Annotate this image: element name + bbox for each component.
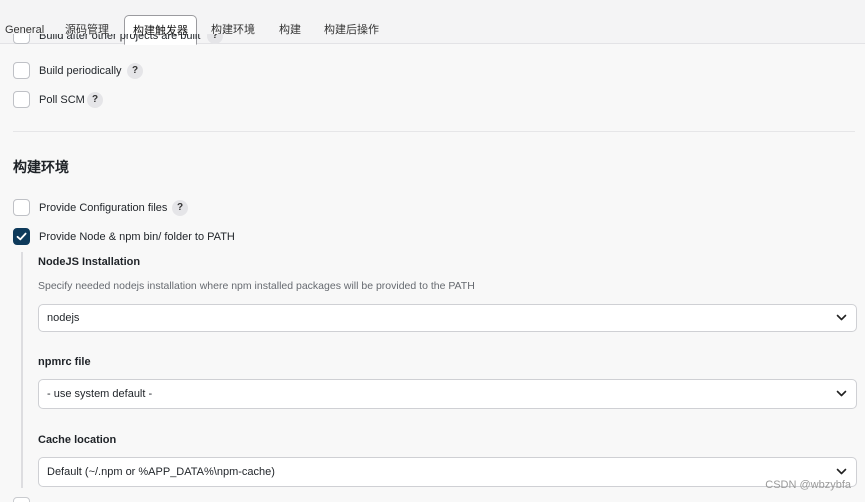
provide-config-files-checkbox[interactable] (13, 199, 30, 216)
trigger-row-build-after-other: Build after other projects are built ? (13, 34, 273, 50)
provide-config-files-label: Provide Configuration files (39, 202, 168, 214)
tab-build[interactable]: 构建 (279, 16, 301, 44)
chevron-down-icon (836, 468, 847, 475)
next-checkbox-partial[interactable] (13, 497, 30, 502)
cache-location-label: Cache location (38, 434, 117, 446)
chevron-down-icon (836, 314, 847, 321)
npmrc-file-select[interactable]: - use system default - (38, 379, 857, 409)
build-after-other-checkbox[interactable] (13, 34, 30, 44)
section-divider (13, 131, 855, 132)
nodejs-installation-description: Specify needed nodejs installation where… (38, 280, 475, 292)
tab-post-build-actions[interactable]: 构建后操作 (324, 16, 379, 44)
cache-location-select[interactable]: Default (~/.npm or %APP_DATA%\npm-cache) (38, 457, 857, 487)
cache-location-value: Default (~/.npm or %APP_DATA%\npm-cache) (47, 466, 275, 478)
build-after-other-label: Build after other projects are built (39, 34, 201, 42)
nodejs-installation-label: NodeJS Installation (38, 256, 141, 268)
help-icon[interactable]: ? (127, 63, 143, 79)
help-icon[interactable]: ? (207, 34, 223, 44)
nodejs-installation-value: nodejs (47, 312, 80, 324)
nested-section-indicator (21, 252, 23, 488)
provide-node-label: Provide Node & npm bin/ folder to PATH (39, 231, 235, 243)
watermark: CSDN @wbzybfa (765, 479, 851, 491)
chevron-down-icon (836, 390, 847, 397)
help-icon[interactable]: ? (172, 200, 188, 216)
npmrc-file-value: - use system default - (47, 388, 153, 400)
build-periodically-label: Build periodically (39, 65, 122, 77)
build-periodically-checkbox[interactable] (13, 62, 30, 79)
help-icon[interactable]: ? (87, 92, 103, 108)
provide-node-checkbox[interactable] (13, 228, 30, 245)
nodejs-installation-select[interactable]: nodejs (38, 304, 857, 332)
poll-scm-checkbox[interactable] (13, 91, 30, 108)
npmrc-file-label: npmrc file (38, 356, 91, 368)
poll-scm-label: Poll SCM (39, 94, 85, 106)
checkmark-icon (16, 232, 27, 241)
section-title-build-environment: 构建环境 (13, 159, 69, 175)
